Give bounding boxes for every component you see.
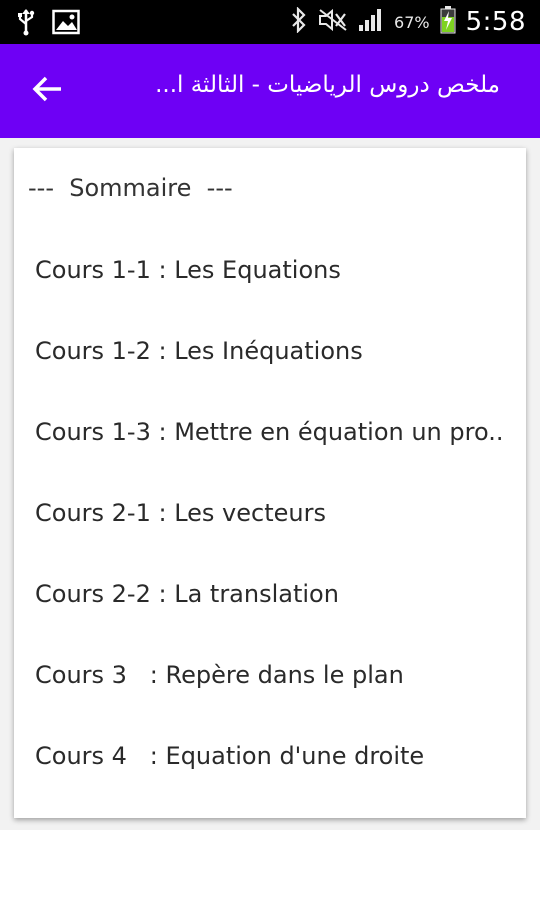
list-item-cours-2-2[interactable]: Cours 2-2 : La translation — [35, 569, 510, 619]
list-item-cours-1-1[interactable]: Cours 1-1 : Les Equations — [35, 245, 510, 295]
status-left-icons — [16, 8, 80, 40]
mute-icon — [318, 8, 348, 36]
usb-icon — [16, 8, 36, 40]
status-bar: 67% 5:58 — [0, 0, 540, 44]
list-item-cours-1-2[interactable]: Cours 1-2 : Les Inéquations — [35, 326, 510, 376]
app-bar: ملخص دروس الرياضيات - الثالثة ا... — [0, 44, 540, 138]
clock: 5:58 — [465, 7, 526, 37]
bluetooth-icon — [290, 6, 308, 37]
list-item-cours-2-1[interactable]: Cours 2-1 : Les vecteurs — [35, 488, 510, 538]
status-right-icons: 67% 5:58 — [290, 0, 526, 44]
bottom-area — [0, 830, 540, 900]
arrow-left-icon — [31, 75, 63, 107]
image-icon — [52, 9, 80, 39]
back-button[interactable] — [24, 68, 70, 114]
signal-icon — [358, 8, 384, 36]
list-item-cours-1-3[interactable]: Cours 1-3 : Mettre en équation un pro.. — [35, 407, 510, 457]
summary-heading: --- Sommaire --- — [28, 174, 233, 202]
page-title: ملخص دروس الرياضيات - الثالثة ا... — [155, 72, 500, 98]
list-item-cours-3[interactable]: Cours 3 : Repère dans le plan — [35, 650, 510, 700]
list-item-cours-4[interactable]: Cours 4 : Equation d'une droite — [35, 731, 510, 781]
battery-percent: 67% — [394, 12, 430, 32]
battery-charging-icon — [440, 6, 456, 38]
